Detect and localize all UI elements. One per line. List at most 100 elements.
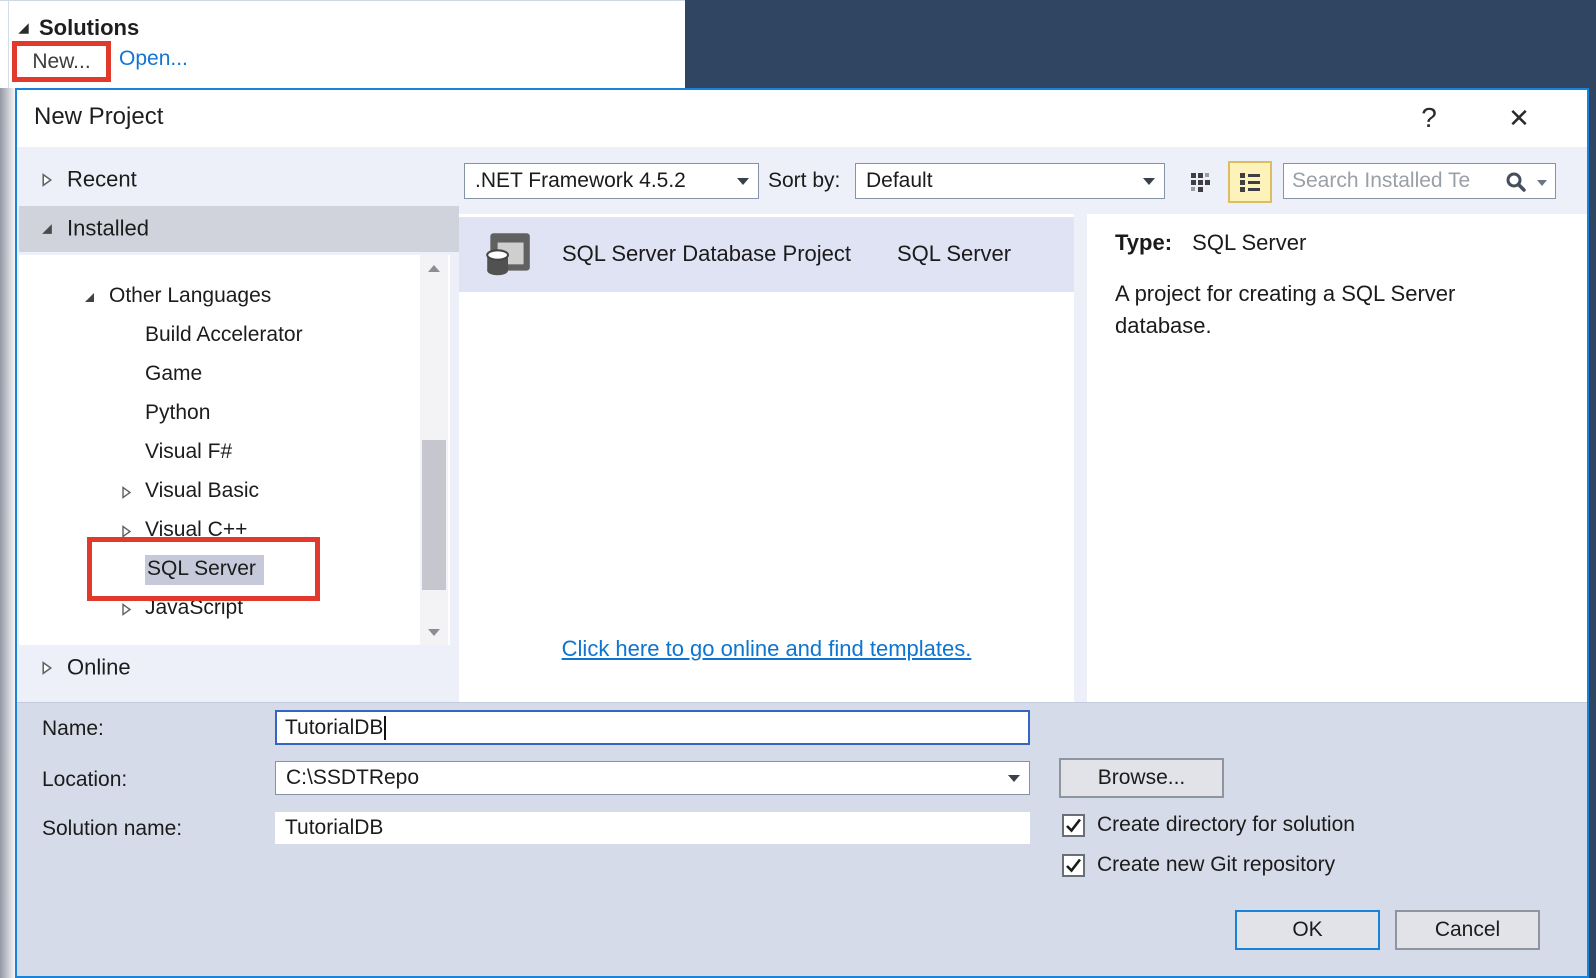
vs-window-background-strip (1589, 88, 1596, 978)
help-icon: ? (1421, 102, 1437, 133)
collapsed-triangle-icon (42, 660, 53, 675)
ok-button-label: OK (1292, 918, 1323, 941)
scroll-up-icon (428, 264, 440, 272)
scrollbar-thumb[interactable] (422, 440, 446, 590)
dialog-title: New Project (34, 103, 164, 130)
expanded-triangle-icon[interactable] (83, 291, 96, 304)
tree-item-label-selected: SQL Server (145, 555, 264, 585)
solutions-header[interactable]: Solutions (16, 15, 139, 41)
tree-item-label: Build Accelerator (145, 323, 303, 346)
collapsed-triangle-icon (42, 173, 53, 187)
tree-item-game[interactable]: Game (19, 356, 450, 395)
tree-item-sql-server[interactable]: SQL Server (19, 551, 450, 590)
expanded-triangle-icon (18, 22, 29, 34)
sql-database-project-icon (486, 233, 530, 276)
cancel-button[interactable]: Cancel (1395, 910, 1540, 950)
collapsed-triangle-icon[interactable] (120, 525, 133, 538)
checkbox-checked-icon[interactable] (1062, 813, 1085, 837)
template-type-line: Type: SQL Server (1115, 230, 1306, 256)
tree-item-other-languages[interactable]: Other Languages (19, 278, 450, 317)
panel-border (8, 1, 9, 89)
search-scope-chevron-icon[interactable] (1537, 180, 1547, 186)
solutions-title: Solutions (39, 15, 140, 40)
search-box (1283, 163, 1556, 199)
vs-window-background (685, 0, 1596, 88)
tree-item-python[interactable]: Python (19, 395, 450, 434)
location-label: Location: (42, 768, 128, 791)
sidebar-item-installed[interactable]: Installed (19, 206, 459, 252)
solutions-panel: Solutions New... Open... (0, 0, 685, 89)
sort-by-label: Sort by: (768, 169, 841, 192)
location-value: C:\SSDTRepo (286, 766, 420, 789)
browse-button[interactable]: Browse... (1059, 758, 1224, 798)
sidebar-item-online[interactable]: Online (19, 645, 459, 690)
tree-item-visual-basic[interactable]: Visual Basic (19, 473, 450, 512)
scroll-down-icon (428, 628, 440, 636)
expanded-triangle-icon (42, 224, 52, 234)
solution-name-label: Solution name: (42, 817, 183, 840)
new-project-dialog: New Project ? ✕ .NET Framework 4.5.2 Sor… (15, 88, 1589, 978)
template-language: SQL Server (897, 241, 1012, 266)
template-item-sql-server-database-project[interactable]: SQL Server Database Project SQL Server (459, 217, 1074, 292)
location-dropdown[interactable]: C:\SSDTRepo (275, 761, 1030, 795)
small-icons-view-button[interactable] (1180, 163, 1220, 201)
tree-item-label: JavaScript (145, 596, 244, 619)
framework-dropdown-value: .NET Framework 4.5.2 (475, 169, 686, 192)
sort-dropdown-value: Default (866, 169, 933, 192)
chevron-down-icon (737, 178, 749, 185)
checkbox-checked-icon[interactable] (1062, 853, 1085, 877)
tree-item-label: Other Languages (109, 284, 272, 307)
sidebar-item-label: Recent (67, 166, 137, 192)
close-icon: ✕ (1508, 102, 1530, 133)
template-description: A project for creating a SQL Server data… (1115, 281, 1456, 338)
installed-templates-tree: Other Languages Build Accelerator Game P… (19, 255, 450, 645)
ok-button[interactable]: OK (1235, 910, 1380, 950)
new-solution-button[interactable]: New... (12, 41, 111, 82)
collapsed-triangle-icon[interactable] (120, 603, 133, 616)
list-view-button[interactable] (1228, 161, 1272, 203)
create-git-label: Create new Git repository (1097, 853, 1336, 876)
browse-button-label: Browse... (1097, 766, 1186, 789)
tree-item-label: Game (145, 362, 203, 385)
scrollbar-up-button[interactable] (420, 255, 448, 281)
text-caret (384, 716, 387, 741)
search-input[interactable] (1292, 166, 1492, 196)
collapsed-triangle-icon[interactable] (120, 486, 133, 499)
sidebar-item-recent[interactable]: Recent (19, 158, 459, 202)
sidebar-item-label: Online (67, 653, 131, 679)
scrollbar-down-button[interactable] (420, 619, 448, 645)
project-name-value: TutorialDB (285, 716, 384, 739)
name-label: Name: (42, 717, 104, 740)
create-git-checkbox-row[interactable]: Create new Git repository (1062, 853, 1335, 877)
tree-item-build-accelerator[interactable]: Build Accelerator (19, 317, 450, 356)
template-info-panel: Type: SQL Server A project for creating … (1087, 214, 1587, 702)
window-edge-shadow (0, 88, 15, 978)
search-icon[interactable] (1505, 171, 1527, 193)
help-button[interactable]: ? (1409, 98, 1449, 138)
new-solution-label: New... (32, 49, 91, 73)
dialog-titlebar: New Project ? ✕ (17, 90, 1587, 147)
cancel-button-label: Cancel (1434, 918, 1501, 941)
screen: Solutions New... Open... New Project ? ✕… (0, 0, 1596, 978)
template-name: SQL Server Database Project (562, 241, 851, 266)
list-view-icon (1240, 173, 1260, 192)
tree-item-label: Visual Basic (145, 479, 260, 502)
framework-dropdown[interactable]: .NET Framework 4.5.2 (464, 163, 759, 199)
open-solution-link[interactable]: Open... (119, 47, 188, 71)
close-button[interactable]: ✕ (1499, 98, 1539, 138)
create-directory-checkbox-row[interactable]: Create directory for solution (1062, 813, 1355, 837)
type-label: Type: (1115, 230, 1173, 255)
chevron-down-icon (1143, 178, 1155, 185)
tree-item-javascript[interactable]: JavaScript (19, 590, 450, 629)
solution-name-input[interactable]: TutorialDB (275, 812, 1030, 844)
sort-dropdown[interactable]: Default (855, 163, 1165, 199)
find-templates-online-link[interactable]: Click here to go online and find templat… (459, 636, 1074, 662)
project-settings-form: Name: TutorialDB Location: C:\SSDTRepo B… (17, 702, 1587, 976)
chevron-down-icon (1008, 775, 1020, 782)
tree-item-visual-fsharp[interactable]: Visual F# (19, 434, 450, 473)
tree-item-visual-cpp[interactable]: Visual C++ (19, 512, 450, 551)
project-name-input[interactable]: TutorialDB (275, 710, 1030, 745)
small-icons-view-icon (1191, 173, 1210, 192)
tree-scrollbar[interactable] (420, 255, 448, 645)
template-list: SQL Server Database Project SQL Server C… (459, 214, 1074, 702)
